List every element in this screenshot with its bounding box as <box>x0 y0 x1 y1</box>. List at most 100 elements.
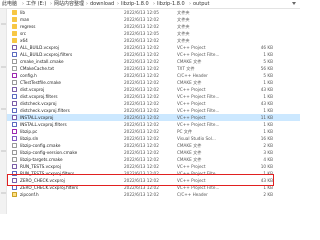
file-name: regress <box>20 23 36 29</box>
file-size: 1 KB <box>263 121 273 127</box>
file-size: 1 KB <box>263 79 273 85</box>
nav-item[interactable] <box>1 192 6 194</box>
file-row[interactable]: CTestTestfile.cmake 2022/6/13 12:02 CMAKE … <box>7 79 300 86</box>
address-segment[interactable]: output <box>193 1 210 7</box>
vcx-file-icon <box>12 45 17 50</box>
file-row[interactable]: cmake_install.cmake 2022/6/13 12:02 CMAKE … <box>7 58 300 65</box>
file-size: 10 KB <box>260 163 273 169</box>
chevron-down-icon[interactable] <box>292 2 296 5</box>
file-row[interactable]: CMakeCache.txt 2022/6/13 12:02 TXT 文件 56 KB <box>7 65 300 72</box>
vcx-file-icon <box>12 115 17 120</box>
file-row[interactable]: lib 2022/6/13 12:05 文件夹 <box>7 9 300 16</box>
file-row[interactable]: config.h 2022/6/13 12:02 C/C++ Header 5 KB <box>7 72 300 79</box>
file-type: 文件夹 <box>177 37 190 43</box>
file-row[interactable]: ALL_BUILD.vcxproj 2022/6/13 12:02 VC++ Pro… <box>7 44 300 51</box>
folder-file-icon <box>12 17 17 22</box>
file-size: 43 KB <box>260 86 273 92</box>
file-row[interactable]: src 2022/6/13 12:05 文件夹 <box>7 30 300 37</box>
file-name: cmake_install.cmake <box>20 58 64 64</box>
file-row[interactable]: ALL_BUILD.vcxproj.filters 2022/6/13 12:02… <box>7 51 300 58</box>
cmake-file-icon <box>12 80 17 85</box>
file-name: src <box>20 30 27 36</box>
file-row[interactable]: distcheck.vcxproj 2022/6/13 12:02 VC++ Pro… <box>7 100 300 107</box>
cmake-file-icon <box>12 59 17 64</box>
nav-item[interactable] <box>1 150 6 152</box>
file-date: 2022/6/13 12:02 <box>124 65 159 71</box>
file-row[interactable]: dist.vcxproj.filters 2022/6/13 12:02 VC++ … <box>7 93 300 100</box>
file-type: 文件夹 <box>177 16 190 22</box>
file-date: 2022/6/13 12:02 <box>124 114 159 120</box>
file-date: 2022/6/13 12:02 <box>124 163 159 169</box>
zip-file-icon <box>12 192 17 197</box>
file-name: dist.vcxproj <box>20 86 45 92</box>
file-name: libzip-config-version.cmake <box>20 149 78 155</box>
nav-item[interactable] <box>1 66 6 68</box>
file-size: 56 KB <box>260 65 273 71</box>
file-name: libzip-targets.cmake <box>20 156 63 162</box>
file-row[interactable]: x64 2022/6/13 12:02 文件夹 <box>7 37 300 44</box>
file-type: 文件夹 <box>177 23 190 29</box>
filters-file-icon <box>12 52 17 57</box>
file-row[interactable]: zipconf.h 2022/6/13 12:02 C/C++ Header 2 KB <box>7 191 300 198</box>
file-date: 2022/6/13 12:02 <box>124 121 159 127</box>
address-segment[interactable]: libzip-1.8.0 <box>157 1 185 7</box>
file-row[interactable]: INSTALL.vcxproj.filters 2022/6/13 12:02 VC… <box>7 121 300 128</box>
file-row[interactable]: libzip-config.cmake 2022/6/13 12:02 CMAKE … <box>7 142 300 149</box>
file-row[interactable]: INSTALL.vcxproj 2022/6/13 12:02 VC++ Proje… <box>7 114 300 121</box>
file-row[interactable]: regress 2022/6/13 12:02 文件夹 <box>7 23 300 30</box>
file-date: 2022/6/13 12:02 <box>124 156 159 162</box>
file-name: INSTALL.vcxproj.filters <box>20 121 67 127</box>
file-size: 11 KB <box>260 114 273 120</box>
file-type: C/C++ Header <box>177 72 208 78</box>
vcx-file-icon <box>12 87 17 92</box>
navigation-pane[interactable] <box>0 9 7 214</box>
file-row[interactable]: dist.vcxproj 2022/6/13 12:02 VC++ Project 4… <box>7 86 300 93</box>
file-name: config.h <box>20 72 37 78</box>
file-size: 46 KB <box>260 44 273 50</box>
file-date: 2022/6/13 12:02 <box>124 128 159 134</box>
folder-file-icon <box>12 31 17 36</box>
filters-file-icon <box>12 108 17 113</box>
file-row[interactable]: distcheck.vcxproj.filters 2022/6/13 12:02… <box>7 107 300 114</box>
file-date: 2022/6/13 12:05 <box>124 30 159 36</box>
file-type: 文件夹 <box>177 30 190 36</box>
file-date: 2022/6/13 12:02 <box>124 142 159 148</box>
file-row[interactable]: libzip-targets.cmake 2022/6/13 12:02 CMAKE… <box>7 156 300 163</box>
file-date: 2022/6/13 12:02 <box>124 23 159 29</box>
file-type: 文件夹 <box>177 9 190 15</box>
file-row[interactable]: libzip.sln 2022/6/13 12:02 Visual Studio S… <box>7 135 300 142</box>
highlight-box <box>7 174 274 186</box>
filters-file-icon <box>12 94 17 99</box>
file-type: VC++ Project Filte... <box>177 51 220 57</box>
address-segment[interactable]: 网站内容整理 <box>54 1 84 7</box>
file-type: VC++ Project <box>177 44 206 50</box>
address-segment[interactable]: 此电脑 <box>2 1 17 7</box>
file-type: C/C++ Header <box>177 191 208 197</box>
file-type: VC++ Project <box>177 114 206 120</box>
file-size: 1 KB <box>263 107 273 113</box>
file-row[interactable]: libzip-config-version.cmake 2022/6/13 12:… <box>7 149 300 156</box>
file-date: 2022/6/13 12:02 <box>124 100 159 106</box>
file-name: ALL_BUILD.vcxproj <box>20 44 59 50</box>
nav-item[interactable] <box>1 23 6 25</box>
file-size: 1 KB <box>263 128 273 134</box>
file-row[interactable]: man 2022/6/13 12:02 文件夹 <box>7 16 300 23</box>
file-row[interactable]: libzip.pc 2022/6/13 12:02 PC 文件 1 KB <box>7 128 300 135</box>
chevron-right-icon: › <box>117 1 119 7</box>
chevron-right-icon: › <box>86 1 88 7</box>
file-row[interactable]: RUN_TESTS.vcxproj 2022/6/13 12:02 VC++ Pro… <box>7 163 300 170</box>
folder-file-icon <box>12 24 17 29</box>
file-type: CMAKE 文件 <box>177 79 202 85</box>
address-bar[interactable]: 此电脑 › 工作 (E:) › 网站内容整理 › download › libz… <box>0 0 300 9</box>
address-segment[interactable]: 工作 (E:) <box>26 1 46 7</box>
file-name: dist.vcxproj.filters <box>20 93 58 99</box>
cmake-file-icon <box>12 143 17 148</box>
file-size: 5 KB <box>263 72 273 78</box>
file-type: CMAKE 文件 <box>177 149 202 155</box>
nav-item[interactable] <box>1 108 6 110</box>
address-segment[interactable]: download <box>90 1 114 7</box>
file-name: libzip.pc <box>20 128 38 134</box>
address-segment[interactable]: libzip-1.8.0 <box>121 1 149 7</box>
file-name: distcheck.vcxproj.filters <box>20 107 70 113</box>
folder-file-icon <box>12 10 17 15</box>
